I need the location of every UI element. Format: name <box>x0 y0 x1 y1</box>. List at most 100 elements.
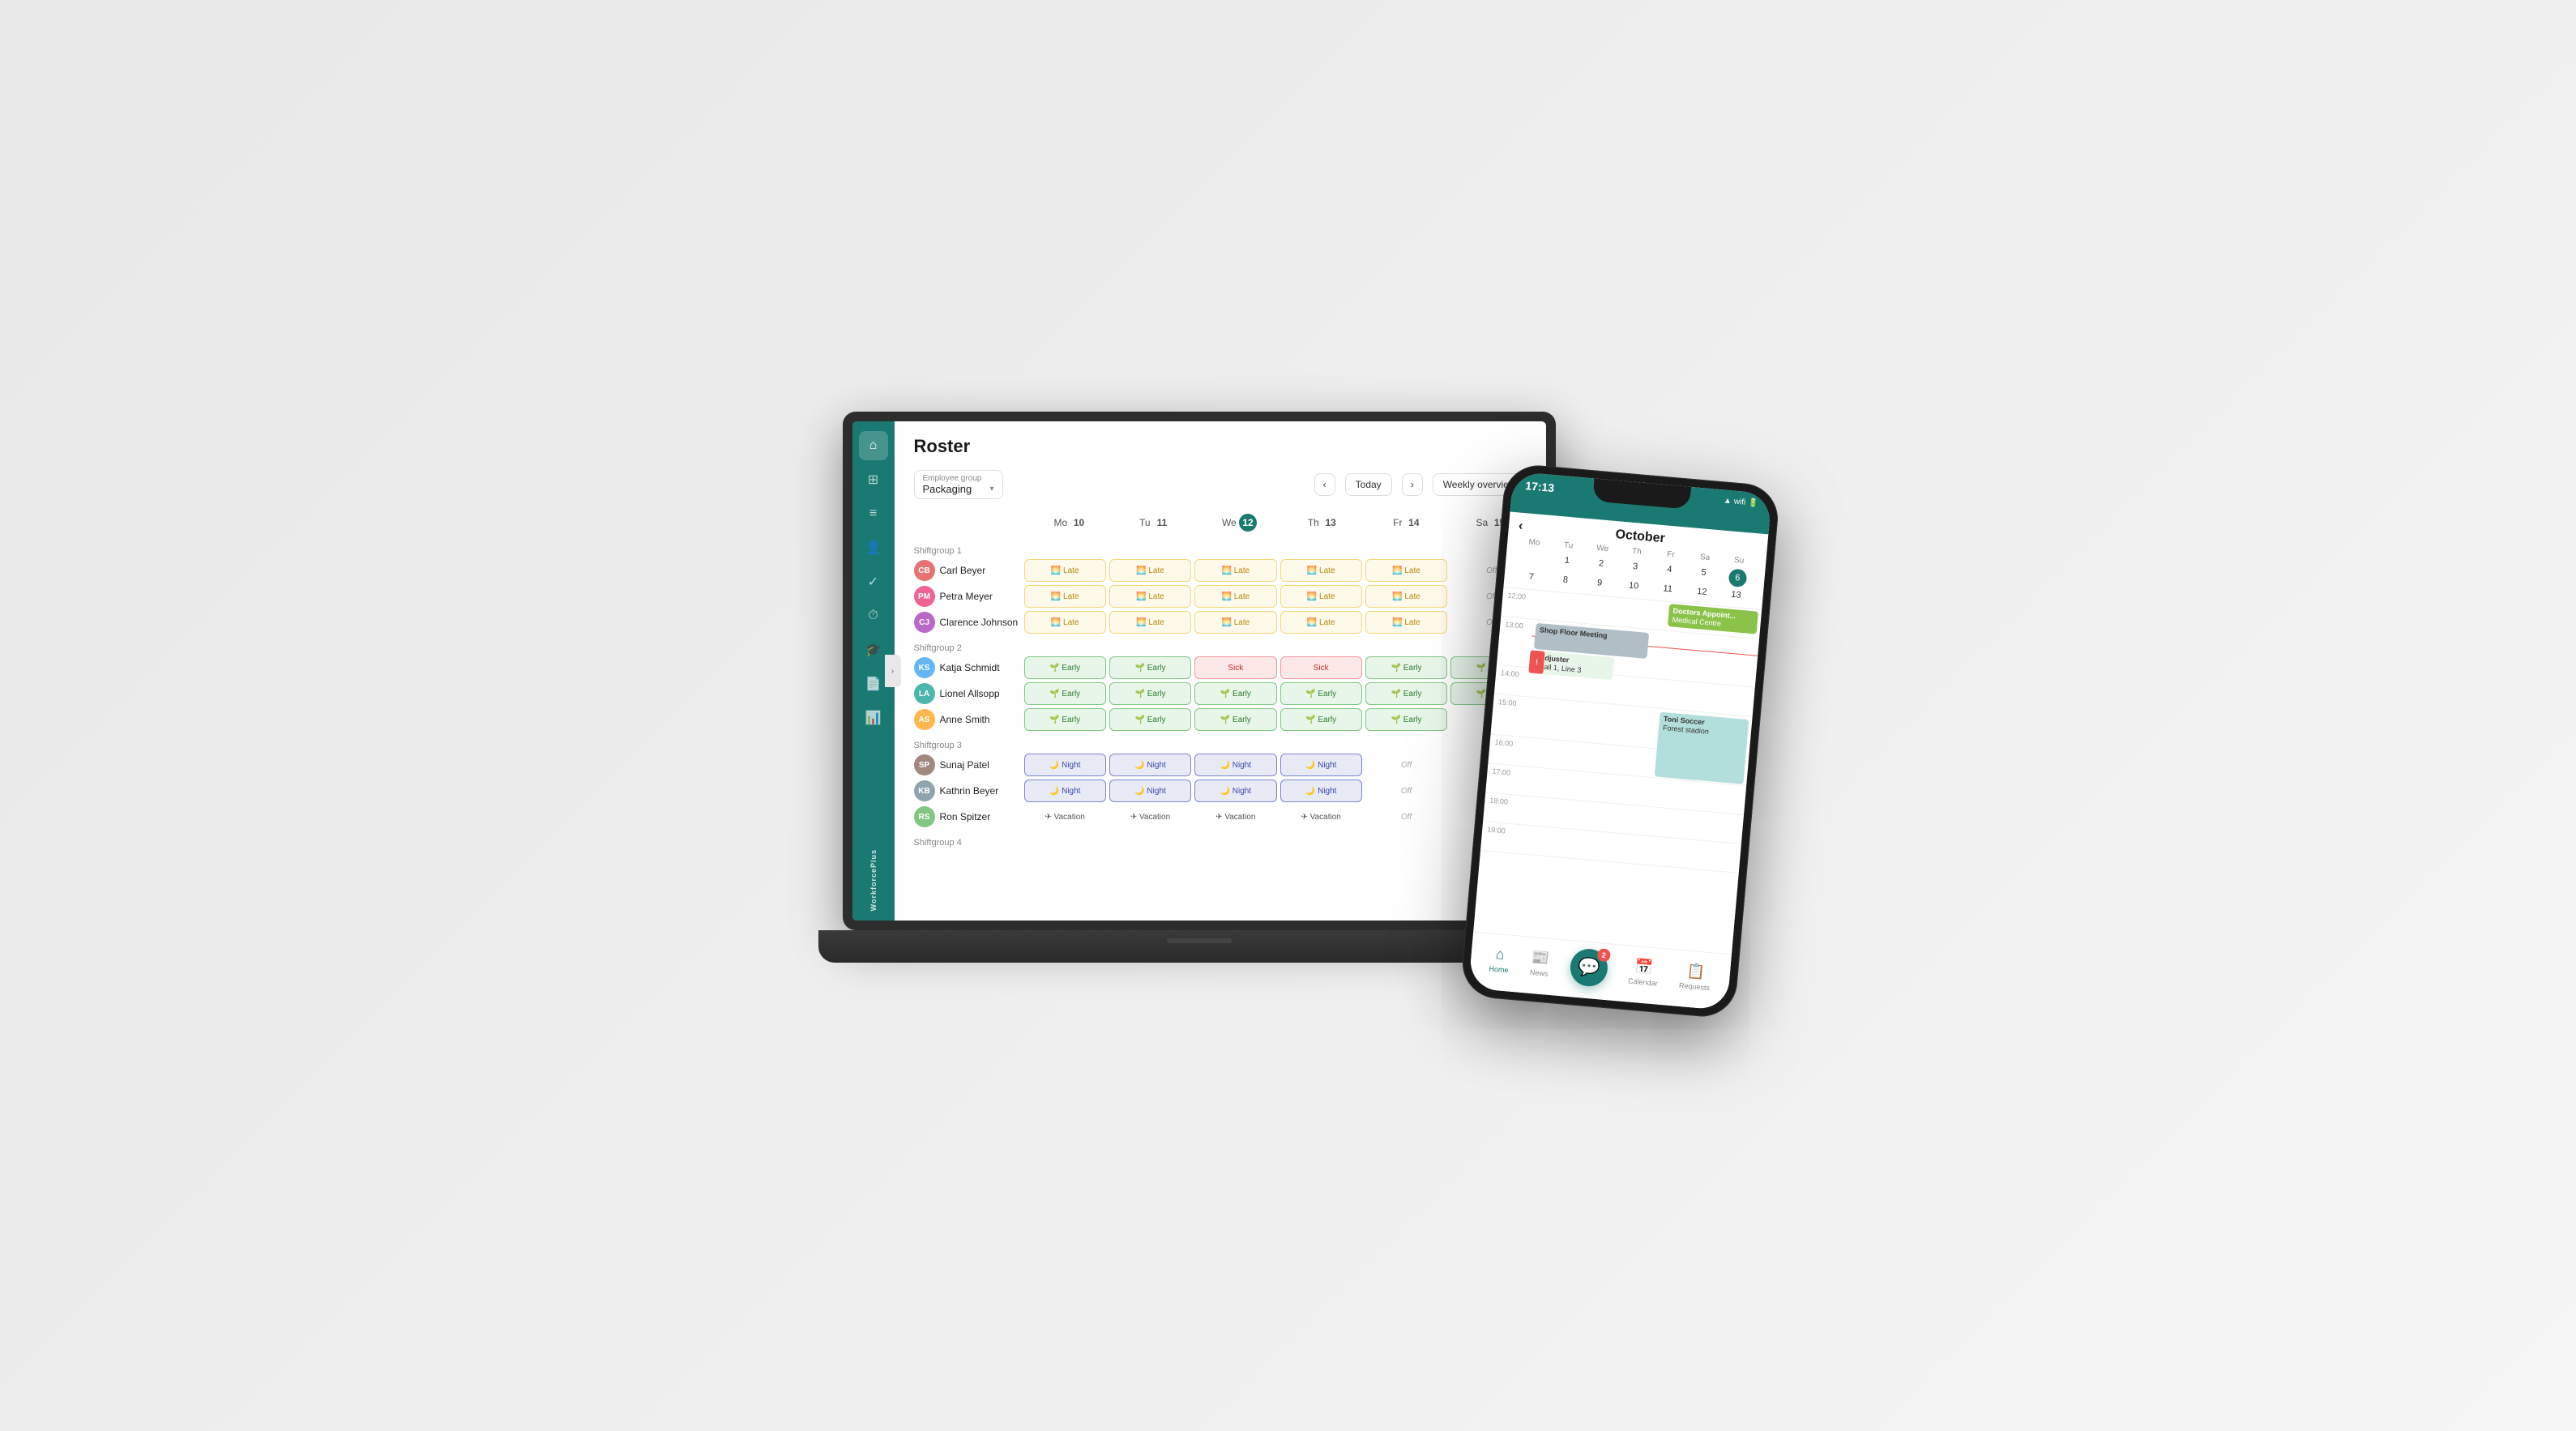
sidebar-item-reports[interactable]: 📊 <box>859 703 888 733</box>
shift-cell[interactable]: 🌱 Early <box>1280 708 1362 731</box>
phone-nav-requests[interactable]: 📋 Requests <box>1678 962 1711 992</box>
shift-cell[interactable]: 🌙 Night <box>1280 780 1362 802</box>
shift-cell[interactable]: ✈ Vacation <box>1024 805 1106 828</box>
shift-cell[interactable]: Sick <box>1280 656 1362 679</box>
shift-cell[interactable]: 🌱 Early <box>1109 656 1191 679</box>
cal-day[interactable]: 9 <box>1582 575 1617 592</box>
sidebar-item-dashboard[interactable]: ⊞ <box>859 465 888 494</box>
shift-cell[interactable]: 🌅 Late <box>1194 585 1276 608</box>
dropdown-label: Employee group <box>923 474 994 483</box>
shift-cell[interactable]: 🌱 Early <box>1365 708 1447 731</box>
shift-cell[interactable]: 🌅 Late <box>1280 611 1362 634</box>
shift-cell[interactable]: 🌙 Night <box>1109 780 1191 802</box>
sidebar-item-timer[interactable]: ⏱ <box>859 601 888 630</box>
sidebar-item-training[interactable]: 🎓 <box>859 635 888 664</box>
dropdown-value-text: Packaging <box>923 483 972 495</box>
cal-day[interactable]: 12 <box>1684 583 1719 601</box>
phone: 17:13 ▲ wifi 🔋 ‹ October <box>1459 485 1734 1019</box>
shift-cell[interactable]: 🌅 Late <box>1109 559 1191 582</box>
cal-day[interactable]: 11 <box>1650 580 1685 598</box>
shift-cell[interactable]: 🌱 Early <box>1024 682 1106 705</box>
phone-nav-chat[interactable]: 💬 2 <box>1568 947 1608 988</box>
phone-notch <box>1592 478 1691 509</box>
shift-cell[interactable]: 🌙 Night <box>1194 780 1276 802</box>
shift-cell[interactable]: 🌱 Early <box>1109 682 1191 705</box>
sidebar-item-home[interactable]: ⌂ <box>859 431 888 460</box>
shift-cell[interactable]: 🌱 Early <box>1365 682 1447 705</box>
day-header-th: Th 13 <box>1284 509 1365 536</box>
shift-cell[interactable]: 🌅 Late <box>1280 559 1362 582</box>
dropdown-value: Packaging ▾ <box>923 483 994 495</box>
shift-cell[interactable]: 🌱 Early <box>1194 708 1276 731</box>
shift-cell[interactable]: 🌱 Early <box>1365 656 1447 679</box>
sidebar-item-documents[interactable]: 📄 <box>859 669 888 698</box>
time-label: 12:00 <box>1501 587 1536 618</box>
employee-name-katja: KS Katja Schmidt <box>908 657 1021 678</box>
shift-cell[interactable]: 🌅 Late <box>1109 611 1191 634</box>
employee-group-dropdown[interactable]: Employee group Packaging ▾ <box>914 470 1003 499</box>
cal-day[interactable]: 4 <box>1651 561 1686 583</box>
shift-cell: Off <box>1365 805 1447 828</box>
cal-day-today[interactable]: 6 <box>1728 568 1747 587</box>
shift-cell[interactable]: 🌅 Late <box>1024 559 1106 582</box>
shift-cell[interactable]: 🌅 Late <box>1109 585 1191 608</box>
cal-day-header-we: We <box>1585 543 1620 555</box>
shift-cell[interactable]: 🌙 Night <box>1024 780 1106 802</box>
employee-name-anne: AS Anne Smith <box>908 709 1021 730</box>
shift-cell[interactable]: ✈ Vacation <box>1109 805 1191 828</box>
sidebar-item-schedule[interactable]: ≡ <box>859 499 888 528</box>
shift-cell[interactable]: 🌅 Late <box>1365 611 1447 634</box>
prev-week-button[interactable]: ‹ <box>1314 473 1335 496</box>
shift-cell[interactable]: 🌱 Early <box>1024 656 1106 679</box>
shift-cell[interactable]: 🌱 Early <box>1280 682 1362 705</box>
today-button[interactable]: Today <box>1345 473 1392 496</box>
cal-day-header-fr: Fr <box>1653 549 1688 561</box>
shift-cell[interactable]: 🌅 Late <box>1280 585 1362 608</box>
shift-cell[interactable]: 🌙 Night <box>1109 754 1191 776</box>
phone-month-back[interactable]: ‹ <box>1518 519 1523 534</box>
shift-cell: Off <box>1365 780 1447 802</box>
phone-nav-home[interactable]: ⌂ Home <box>1489 945 1510 974</box>
next-week-button[interactable]: › <box>1402 473 1423 496</box>
phone-nav-news[interactable]: 📰 News <box>1529 948 1549 977</box>
shift-cell[interactable]: ✈ Vacation <box>1280 805 1362 828</box>
shift-cell[interactable]: 🌙 Night <box>1280 754 1362 776</box>
shift-cell[interactable]: 🌅 Late <box>1194 611 1276 634</box>
signal-icon: ▲ <box>1723 496 1732 506</box>
name-text: Anne Smith <box>940 714 990 725</box>
phone-nav-calendar[interactable]: 📅 Calendar <box>1627 957 1659 987</box>
name-text: Ron Spitzer <box>940 811 991 822</box>
sidebar-item-employees[interactable]: 👤 <box>859 533 888 562</box>
cal-day[interactable]: 7 <box>1513 568 1549 586</box>
event-title: Shop Floor Meeting <box>1539 626 1644 643</box>
time-label: 18:00 <box>1483 792 1518 823</box>
shift-cell[interactable]: 🌅 Late <box>1365 585 1447 608</box>
toolbar: Employee group Packaging ▾ ‹ Today › Wee… <box>895 463 1546 509</box>
shift-cell[interactable]: 🌱 Early <box>1024 708 1106 731</box>
shift-cell[interactable]: 🌙 Night <box>1024 754 1106 776</box>
shift-cell[interactable]: ✈ Vacation <box>1194 805 1276 828</box>
shift-cell[interactable]: 🌱 Early <box>1194 682 1276 705</box>
cal-day[interactable]: 5 <box>1685 564 1721 587</box>
battery-icon: 🔋 <box>1747 498 1758 508</box>
laptop: ⌂ ⊞ ≡ 👤 ✓ ⏱ 🎓 📄 📊 WorkforcePlus › Roster <box>843 412 1556 963</box>
doctors-appoint-event[interactable]: Doctors Appoint... Medical Centre <box>1667 604 1758 634</box>
shift-cell[interactable]: 🌅 Late <box>1024 611 1106 634</box>
shift-cell[interactable]: 🌅 Late <box>1024 585 1106 608</box>
shift-cell[interactable]: 🌱 Early <box>1109 708 1191 731</box>
employee-name-petra: PM Petra Meyer <box>908 586 1021 607</box>
employee-name-clarence: CJ Clarence Johnson <box>908 612 1021 633</box>
sidebar-collapse-button[interactable]: › <box>885 655 901 687</box>
shift-cell[interactable]: 🌅 Late <box>1365 559 1447 582</box>
shift-cell[interactable]: 🌙 Night <box>1194 754 1276 776</box>
chat-button[interactable]: 💬 2 <box>1568 947 1608 988</box>
shift-cell[interactable]: Sick <box>1194 656 1276 679</box>
shift-cell[interactable]: 🌅 Late <box>1194 559 1276 582</box>
avatar: KB <box>914 780 935 801</box>
cal-day[interactable]: 8 <box>1548 571 1583 589</box>
cal-day[interactable]: 10 <box>1616 577 1651 595</box>
sidebar-item-tasks[interactable]: ✓ <box>859 567 888 596</box>
page-title: Roster <box>895 421 1546 463</box>
cal-day[interactable]: 13 <box>1718 586 1754 604</box>
table-row: KB Kathrin Beyer 🌙 Night 🌙 Night 🌙 Night… <box>908 780 1533 802</box>
